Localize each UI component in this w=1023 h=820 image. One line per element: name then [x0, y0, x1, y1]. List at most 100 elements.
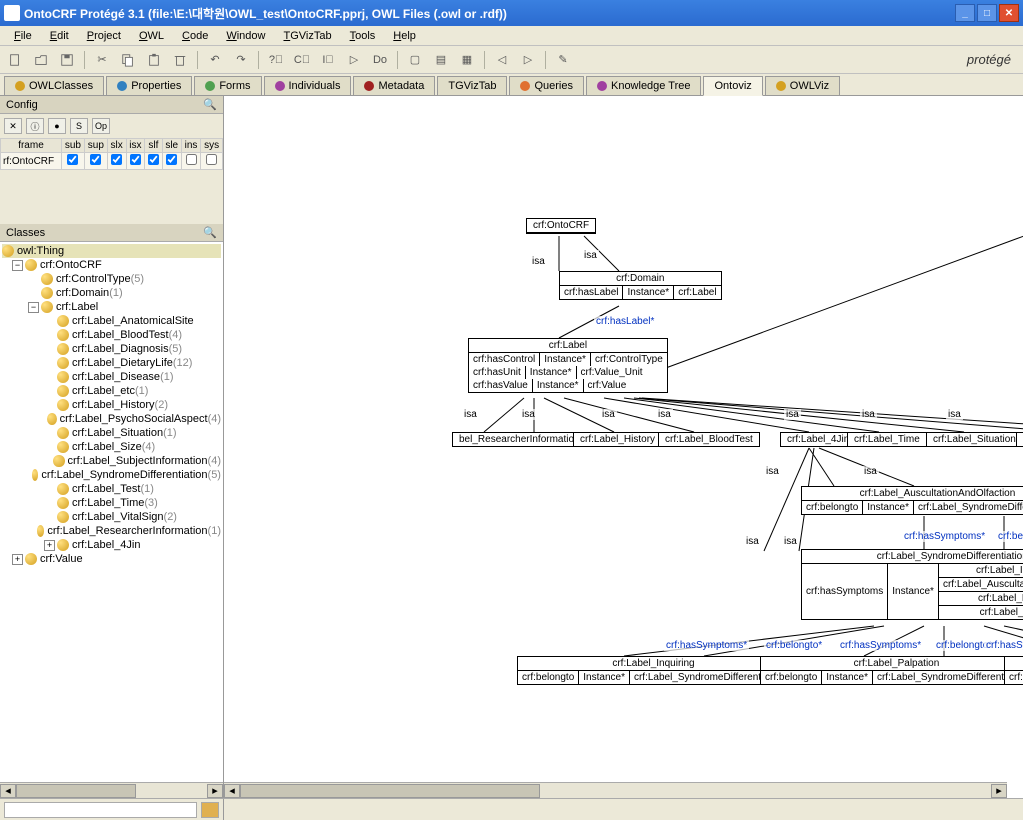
canvas-h-scrollbar[interactable]: ◂ ▸: [224, 782, 1007, 798]
graph-node[interactable]: crf:Label_Palpationcrf:belongtoInstance*…: [760, 656, 1023, 685]
tree-item[interactable]: crf:Label_History (2): [2, 398, 221, 412]
status-button[interactable]: [201, 802, 219, 818]
config-tool-icon[interactable]: Op: [92, 118, 110, 134]
table-icon[interactable]: ▦: [456, 49, 478, 71]
menu-file[interactable]: File: [6, 28, 40, 44]
graph-node[interactable]: crf:Labelcrf:hasControlInstance*crf:Cont…: [468, 338, 668, 393]
scroll-left-icon[interactable]: ◂: [224, 784, 240, 798]
graph-node[interactable]: crf:Label_Time: [847, 432, 927, 447]
tree-expander-icon[interactable]: +: [44, 540, 55, 551]
redo-icon[interactable]: ↷: [230, 49, 252, 71]
graph-node[interactable]: crf:Domaincrf:hasLabelInstance*crf:Label: [559, 271, 722, 300]
menu-window[interactable]: Window: [218, 28, 273, 44]
tab-individuals[interactable]: Individuals: [264, 76, 352, 95]
menu-project[interactable]: Project: [79, 28, 129, 44]
copy-icon[interactable]: [117, 49, 139, 71]
class-icon[interactable]: C⃞: [291, 49, 313, 71]
ontoviz-canvas[interactable]: crf:OntoCRF crf:Domaincrf:hasLabelInstanc…: [224, 96, 1023, 798]
config-checkbox[interactable]: [111, 154, 122, 165]
cut-icon[interactable]: ✂: [91, 49, 113, 71]
tree-item[interactable]: crf:Label_VitalSign (2): [2, 510, 221, 524]
tree-item[interactable]: −crf:OntoCRF: [2, 258, 221, 272]
graph-node[interactable]: crf:Label_4Jin: [780, 432, 856, 447]
scroll-right-icon[interactable]: ▸: [207, 784, 223, 798]
tree-item[interactable]: crf:Label_Size (4): [2, 440, 221, 454]
maximize-button[interactable]: □: [977, 4, 997, 22]
tab-knowledge tree[interactable]: Knowledge Tree: [586, 76, 702, 95]
tree-item[interactable]: crf:Label_AnatomicalSite: [2, 314, 221, 328]
tree-expander-icon[interactable]: −: [12, 260, 23, 271]
menu-owl[interactable]: OWL: [131, 28, 172, 44]
tree-item[interactable]: crf:Label_ResearcherInformation (1): [2, 524, 221, 538]
config-checkbox[interactable]: [67, 154, 78, 165]
tree-expander-icon[interactable]: −: [28, 302, 39, 313]
tab-metadata[interactable]: Metadata: [353, 76, 435, 95]
tree-item[interactable]: crf:ControlType (5): [2, 272, 221, 286]
tree-item[interactable]: crf:Label_Situation (1): [2, 426, 221, 440]
tree-item[interactable]: crf:Label_Diagnosis (5): [2, 342, 221, 356]
pin-icon[interactable]: ✎: [552, 49, 574, 71]
find-icon[interactable]: ?⃞: [265, 49, 287, 71]
tree-item[interactable]: +crf:Label_4Jin: [2, 538, 221, 552]
menu-code[interactable]: Code: [174, 28, 216, 44]
prev-icon[interactable]: ◁: [491, 49, 513, 71]
tree-item[interactable]: crf:Label_Disease (1): [2, 370, 221, 384]
menu-help[interactable]: Help: [385, 28, 424, 44]
graph-node[interactable]: crf:OntoCRF: [526, 218, 596, 234]
config-checkbox[interactable]: [206, 154, 217, 165]
graph-node[interactable]: crf:Label_DietaryLife: [1016, 432, 1023, 447]
tree-item[interactable]: crf:Label_Time (3): [2, 496, 221, 510]
box-icon[interactable]: ▢: [404, 49, 426, 71]
tree-item[interactable]: crf:Label_etc (1): [2, 384, 221, 398]
tree-item[interactable]: −crf:Label: [2, 300, 221, 314]
tree-root[interactable]: owl:Thing: [2, 244, 221, 258]
menu-edit[interactable]: Edit: [42, 28, 77, 44]
tree-expander-icon[interactable]: +: [12, 554, 23, 565]
config-tool-icon[interactable]: ●: [48, 118, 66, 134]
menu-tools[interactable]: Tools: [342, 28, 384, 44]
tree-item[interactable]: crf:Label_SubjectInformation (4): [2, 454, 221, 468]
tree-item[interactable]: +crf:Value: [2, 552, 221, 566]
save-icon[interactable]: [56, 49, 78, 71]
tab-ontoviz[interactable]: Ontoviz: [703, 76, 762, 96]
config-checkbox[interactable]: [186, 154, 197, 165]
close-button[interactable]: ✕: [999, 4, 1019, 22]
menu-tgviztab[interactable]: TGVizTab: [275, 28, 339, 44]
graph-node[interactable]: crf:Label_AuscultationAndOlfactioncrf:be…: [801, 486, 1023, 515]
classes-tree[interactable]: owl:Thing −crf:OntoCRFcrf:ControlType (5…: [0, 242, 223, 782]
search-icon[interactable]: 🔍: [203, 98, 217, 111]
scroll-left-icon[interactable]: ◂: [0, 784, 16, 798]
delete-icon[interactable]: [169, 49, 191, 71]
tree-item[interactable]: crf:Label_PsychoSocialAspect (4): [2, 412, 221, 426]
config-tool-icon[interactable]: ✕: [4, 118, 22, 134]
tab-properties[interactable]: Properties: [106, 76, 192, 95]
tree-item[interactable]: crf:Domain (1): [2, 286, 221, 300]
do-icon[interactable]: Do: [369, 49, 391, 71]
graph-node[interactable]: crf:Label_Inspectioncrf:belongtoInstance…: [1004, 656, 1023, 685]
config-checkbox[interactable]: [148, 154, 159, 165]
graph-node[interactable]: crf:Label_BloodTest: [658, 432, 760, 447]
config-checkbox[interactable]: [90, 154, 101, 165]
next-icon[interactable]: ▷: [517, 49, 539, 71]
config-checkbox[interactable]: [130, 154, 141, 165]
sidebar-scrollbar[interactable]: ◂ ▸: [0, 782, 223, 798]
config-checkbox[interactable]: [166, 154, 177, 165]
tree-item[interactable]: crf:Label_DietaryLife (12): [2, 356, 221, 370]
undo-icon[interactable]: ↶: [204, 49, 226, 71]
search-input[interactable]: [4, 802, 197, 818]
instance-icon[interactable]: I⃞: [317, 49, 339, 71]
tree-item[interactable]: crf:Label_Test (1): [2, 482, 221, 496]
paste-icon[interactable]: [143, 49, 165, 71]
tab-owlclasses[interactable]: OWLClasses: [4, 76, 104, 95]
graph-node[interactable]: bel_ResearcherInformation: [452, 432, 587, 447]
tab-queries[interactable]: Queries: [509, 76, 584, 95]
tab-forms[interactable]: Forms: [194, 76, 261, 95]
config-tool-icon[interactable]: ⓘ: [26, 118, 44, 134]
config-tool-icon[interactable]: S: [70, 118, 88, 134]
open-icon[interactable]: [30, 49, 52, 71]
tab-owlviz[interactable]: OWLViz: [765, 76, 840, 95]
run-icon[interactable]: ▷: [343, 49, 365, 71]
graph-node[interactable]: crf:Label_History: [573, 432, 662, 447]
graph-node[interactable]: crf:Label_Inquiringcrf:belongtoInstance*…: [517, 656, 790, 685]
tree-item[interactable]: crf:Label_SyndromeDifferentiation (5): [2, 468, 221, 482]
